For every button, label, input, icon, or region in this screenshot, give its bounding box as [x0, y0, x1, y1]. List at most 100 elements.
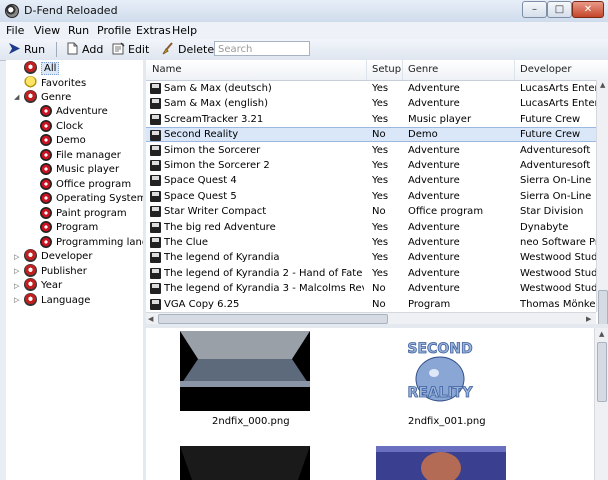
cell-setup: Yes: [372, 98, 389, 110]
table-row[interactable]: Space Quest 4 Yes Adventure Sierra On-Line: [146, 173, 596, 188]
table-row[interactable]: Sam & Max (english) Yes Adventure LucasArts…: [146, 96, 596, 111]
column-divider[interactable]: [402, 60, 403, 80]
menu-profile[interactable]: Profile: [97, 24, 131, 37]
close-button[interactable]: ✕: [572, 1, 604, 18]
tree-item-publisher[interactable]: Publisher: [24, 264, 87, 279]
screenshot-thumbnail[interactable]: [180, 331, 310, 411]
delete-button[interactable]: Delete: [162, 42, 214, 57]
scroll-left-arrow-icon[interactable]: ◀: [148, 315, 153, 323]
scroll-up-arrow-icon[interactable]: ▲: [600, 81, 605, 89]
menu-help[interactable]: Help: [172, 24, 197, 37]
tree-item-genre[interactable]: Genre: [24, 90, 71, 105]
app-icon: [5, 4, 19, 18]
cell-name: Simon the Sorcerer 2: [164, 160, 270, 171]
tree-item-genre-office-program[interactable]: Office program: [40, 177, 131, 192]
screenshot-caption: 2ndfix_000.png: [212, 416, 290, 427]
table-row[interactable]: ScreamTracker 3.21 Yes Music player Future …: [146, 112, 596, 127]
table-row[interactable]: The legend of Kyrandia 2 - Hand of Fate Y…: [146, 266, 596, 281]
table-row[interactable]: Sam & Max (deutsch) Yes Adventure LucasArts…: [146, 81, 596, 96]
collapse-icon[interactable]: ▷: [14, 267, 22, 275]
column-header-setup[interactable]: Setup: [372, 64, 401, 75]
cell-genre: Adventure: [408, 252, 460, 264]
cell-developer: Sierra On-Line: [520, 175, 592, 187]
column-header-name[interactable]: Name: [152, 64, 182, 75]
maximize-button[interactable]: □: [547, 1, 572, 18]
preview-vertical-scrollbar[interactable]: ▲: [594, 328, 608, 480]
tree-item-language[interactable]: Language: [24, 293, 90, 308]
tree-item-genre-operating-system[interactable]: Operating System: [40, 191, 143, 206]
genre-icon: [40, 163, 52, 175]
menu-file[interactable]: File: [6, 24, 24, 37]
cell-name: VGA Copy 6.25: [164, 298, 240, 310]
column-divider[interactable]: [366, 60, 367, 80]
table-row[interactable]: The legend of Kyrandia Yes Adventure Westwo…: [146, 250, 596, 265]
tree-item-genre-adventure[interactable]: Adventure: [40, 104, 108, 119]
table-row[interactable]: The legend of Kyrandia 3 - Malcolms Reve…: [146, 281, 596, 296]
scroll-thumb[interactable]: [598, 290, 608, 324]
table-row[interactable]: Space Quest 5 Yes Adventure Sierra On-Line: [146, 189, 596, 204]
tree-item-developer[interactable]: Developer: [24, 249, 92, 264]
column-header-developer[interactable]: Developer: [520, 64, 571, 75]
column-header-genre[interactable]: Genre: [408, 64, 438, 75]
menu-view[interactable]: View: [34, 24, 60, 37]
tree-item-favorites[interactable]: Favorites: [24, 76, 86, 91]
run-button[interactable]: Run: [8, 42, 45, 57]
table-row[interactable]: VGA Copy 6.25 No Program Thomas Mönke: [146, 297, 596, 312]
menu-extras[interactable]: Extras: [136, 24, 171, 37]
list-vertical-scrollbar[interactable]: ▲: [596, 80, 608, 324]
tree-item-genre-file-manager[interactable]: File manager: [40, 148, 121, 163]
genre-icon: [40, 207, 52, 219]
tree-item-genre-programming-language[interactable]: Programming langu: [40, 235, 143, 250]
minimize-button[interactable]: –: [522, 1, 547, 18]
cell-name: Space Quest 4: [164, 175, 237, 187]
collapse-icon[interactable]: ▷: [14, 253, 22, 261]
cell-name: The legend of Kyrandia: [164, 252, 280, 264]
tree-item-genre-program[interactable]: Program: [40, 220, 98, 235]
scroll-thumb[interactable]: [597, 342, 607, 402]
list-horizontal-scrollbar[interactable]: ◀ ▶: [146, 312, 596, 324]
search-input[interactable]: Search: [214, 41, 310, 56]
cell-genre: Adventure: [408, 160, 460, 171]
cell-name: The legend of Kyrandia 2 - Hand of Fate: [164, 267, 363, 279]
cell-developer: Thomas Mönke: [520, 298, 596, 310]
collapse-icon[interactable]: ▷: [14, 282, 22, 290]
menu-bar: File View Run Profile Extras Help: [0, 22, 608, 39]
scroll-thumb[interactable]: [158, 314, 388, 324]
table-row[interactable]: Simon the Sorcerer Yes Adventure Adventures…: [146, 143, 596, 158]
cell-name: Star Writer Compact: [164, 206, 267, 218]
expand-icon[interactable]: ◢: [14, 93, 22, 101]
cell-developer: LucasArts Enter: [520, 98, 596, 110]
tree-item-genre-clock[interactable]: Clock: [40, 119, 83, 134]
column-divider[interactable]: [514, 60, 515, 80]
cell-setup: Yes: [372, 175, 389, 187]
scroll-right-arrow-icon[interactable]: ▶: [586, 315, 591, 323]
tree-item-year[interactable]: Year: [24, 278, 62, 293]
add-button[interactable]: Add: [66, 42, 103, 57]
floppy-disk-icon: [150, 190, 161, 202]
screenshot-thumbnail[interactable]: [180, 446, 310, 480]
scroll-up-arrow-icon[interactable]: ▲: [599, 330, 604, 338]
screenshot-preview: 2ndfix_000.png SECOND REALITY 2ndfix_001…: [146, 328, 608, 480]
screenshot-caption: 2ndfix_001.png: [408, 416, 486, 427]
edit-button[interactable]: Edit: [112, 42, 149, 57]
menu-run[interactable]: Run: [68, 24, 89, 37]
cell-developer: Adventuresoft: [520, 160, 591, 171]
screenshot-thumbnail[interactable]: [376, 446, 506, 480]
tree-item-genre-paint-program[interactable]: Paint program: [40, 206, 127, 221]
table-row[interactable]: The big red Adventure Yes Adventure Dynabyt…: [146, 220, 596, 235]
cell-developer: neo Software Pr: [520, 237, 596, 248]
floppy-disk-icon: [150, 113, 161, 125]
collapse-icon[interactable]: ▷: [14, 296, 22, 304]
tree-item-genre-demo[interactable]: Demo: [40, 133, 86, 148]
genre-icon: [40, 178, 52, 190]
screenshot-thumbnail[interactable]: SECOND REALITY: [374, 331, 506, 411]
tree-item-genre-music-player[interactable]: Music player: [40, 162, 119, 177]
tree-item-all[interactable]: All: [24, 61, 60, 76]
floppy-disk-icon: [150, 175, 161, 187]
table-row[interactable]: Second Reality No Demo Future Crew: [146, 127, 596, 143]
table-row[interactable]: The Clue Yes Adventure neo Software Pr: [146, 235, 596, 250]
table-row[interactable]: Simon the Sorcerer 2 Yes Adventure Adventur…: [146, 158, 596, 173]
window-title: D-Fend Reloaded: [24, 4, 118, 17]
toolbar-separator: [56, 42, 57, 57]
table-row[interactable]: Star Writer Compact No Office program Star …: [146, 204, 596, 219]
